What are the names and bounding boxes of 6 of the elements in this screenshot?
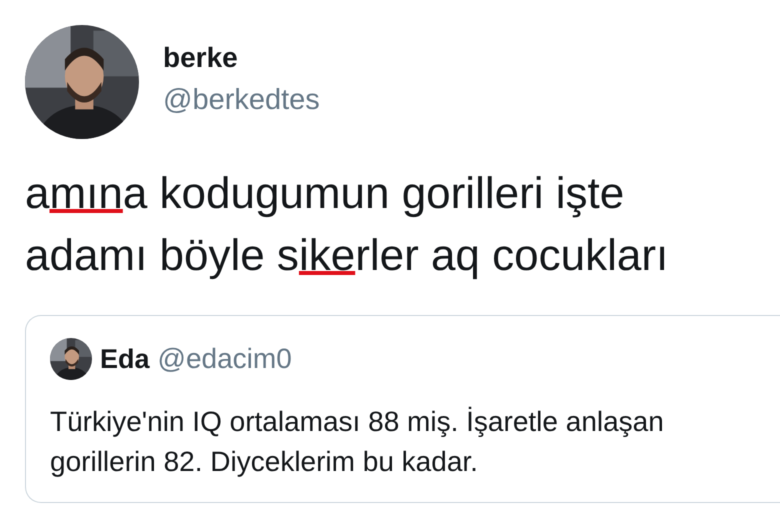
- author-name: berke: [163, 41, 239, 75]
- tweet-text: amına kodugumun gorilleri işte adamı böyle sikerler aq cocukları: [25, 168, 670, 282]
- quote-text: Türkiye'nin IQ ortalaması 88 miş. İşaretle anlaşan gorillerin 82. Diyceklerim bu kadar.: [50, 405, 665, 479]
- quote-author-handle: @edacim0: [158, 342, 292, 376]
- author-handle: @berkedtes: [163, 82, 320, 118]
- quote-author-name: Eda: [100, 342, 150, 376]
